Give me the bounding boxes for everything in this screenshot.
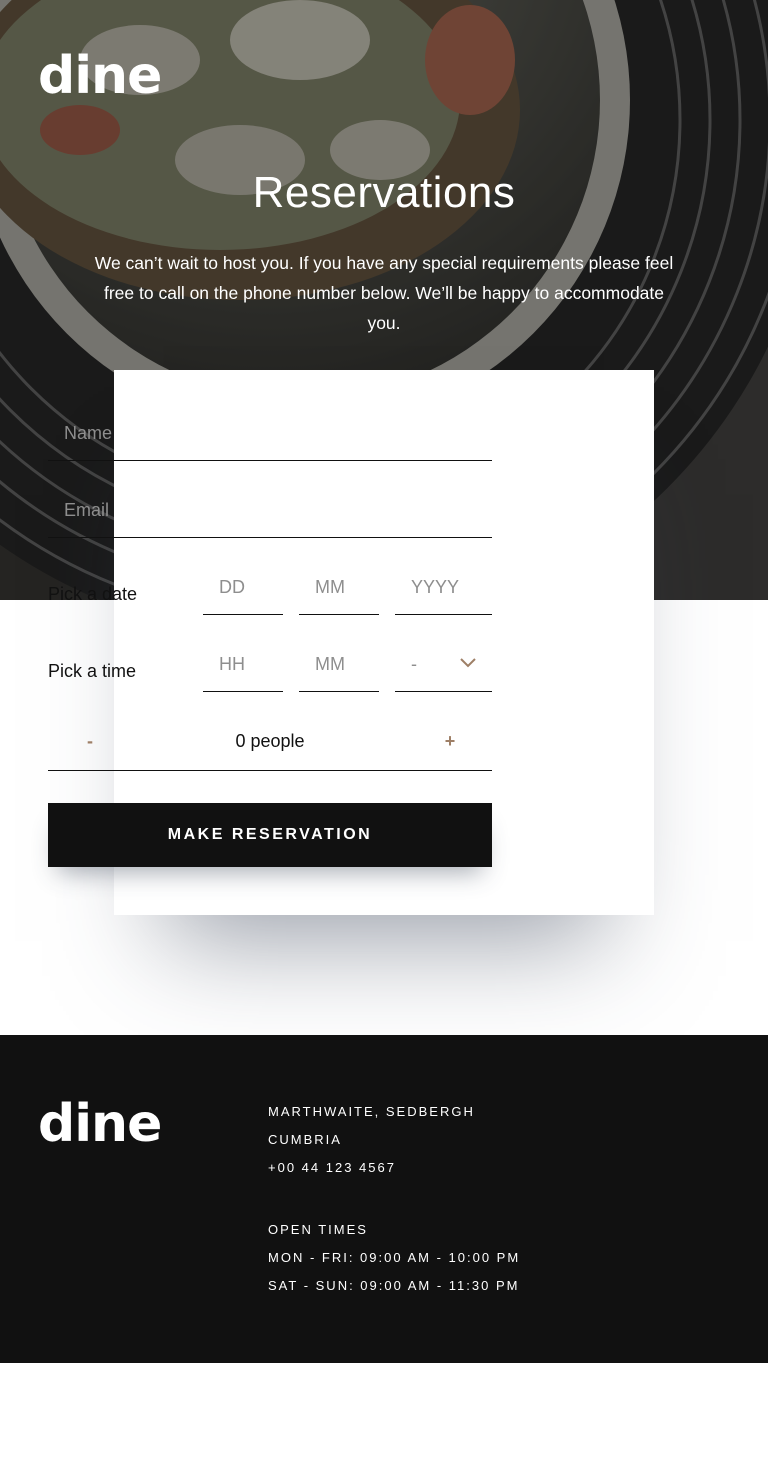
date-label: Pick a date	[48, 584, 138, 604]
address-line-1: MARTHWAITE, SEDBERGH	[268, 1104, 475, 1119]
site-logo[interactable]: dine	[38, 50, 162, 102]
page-title: Reservations	[252, 168, 516, 217]
footer-logo[interactable]: dine	[38, 1098, 162, 1150]
date-month-input[interactable]	[299, 576, 379, 598]
name-field	[48, 406, 492, 461]
date-day-field	[203, 560, 283, 615]
time-hour-field	[203, 637, 283, 692]
date-year-input[interactable]	[395, 576, 492, 598]
site-footer: dine MARTHWAITE, SEDBERGH CUMBRIA +00 44…	[0, 1035, 768, 1363]
name-input[interactable]	[48, 422, 492, 444]
date-year-field	[395, 560, 492, 615]
ampm-select[interactable]: -	[395, 637, 492, 692]
people-count: 0 people	[235, 731, 305, 751]
time-minute-field	[299, 637, 379, 692]
open-times-heading: OPEN TIMES	[268, 1222, 368, 1237]
footer-address: MARTHWAITE, SEDBERGH CUMBRIA +00 44 123 …	[268, 1098, 475, 1182]
footer-open-times: OPEN TIMES MON - FRI: 09:00 AM - 10:00 P…	[268, 1216, 520, 1300]
email-input[interactable]	[48, 499, 492, 521]
date-month-field	[299, 560, 379, 615]
email-field	[48, 483, 492, 538]
ampm-selected-value: -	[411, 653, 417, 674]
weekend-hours: SAT - SUN: 09:00 AM - 11:30 PM	[268, 1278, 520, 1293]
time-hour-input[interactable]	[203, 653, 283, 675]
weekday-hours: MON - FRI: 09:00 AM - 10:00 PM	[268, 1250, 521, 1265]
make-reservation-button[interactable]: MAKE RESERVATION	[48, 803, 492, 867]
people-stepper: - 0 people +	[48, 714, 492, 771]
time-minute-input[interactable]	[299, 653, 379, 675]
phone-number: +00 44 123 4567	[268, 1160, 396, 1175]
address-line-2: CUMBRIA	[268, 1132, 342, 1147]
date-day-input[interactable]	[203, 576, 283, 598]
chevron-down-icon	[460, 658, 476, 668]
increase-people-button[interactable]: +	[435, 728, 465, 754]
hero-description: We can’t wait to host you. If you have a…	[94, 253, 674, 333]
time-label: Pick a time	[48, 661, 137, 681]
